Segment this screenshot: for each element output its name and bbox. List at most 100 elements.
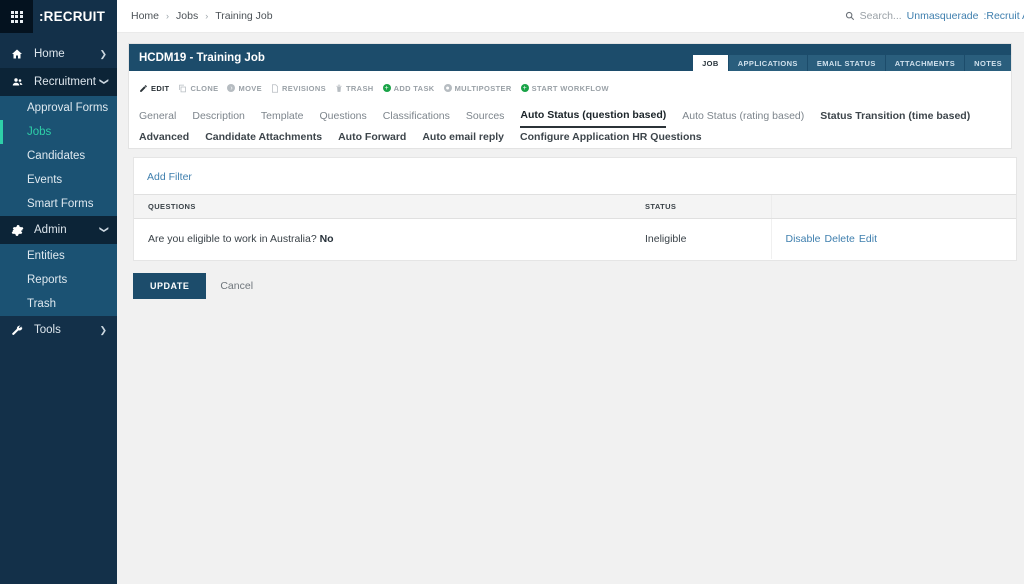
breadcrumb-separator: ›: [205, 11, 209, 21]
action-label: CLONE: [190, 83, 219, 93]
tab-classifications[interactable]: Classifications: [383, 107, 450, 127]
home-icon: [6, 48, 28, 60]
tab-sources[interactable]: Sources: [466, 107, 505, 127]
table-body: Are you eligible to work in Australia? N…: [134, 218, 1016, 260]
move-button[interactable]: › MOVE: [227, 84, 262, 93]
auto-status-panel: Add Filter QUESTIONS STATUS Are you elig…: [133, 157, 1017, 261]
sidebar: :RECRUIT Home ❯ Recruitment ❯ Approval F…: [0, 0, 117, 584]
table-row: Are you eligible to work in Australia? N…: [134, 218, 1016, 260]
add-filter-link[interactable]: Add Filter: [147, 171, 192, 183]
content: HCDM19 - Training Job JOB APPLICATIONS E…: [117, 33, 1024, 299]
add-task-button[interactable]: + ADD TASK: [382, 83, 435, 93]
disable-link[interactable]: Disable: [786, 233, 821, 245]
column-header-actions: [770, 194, 1016, 219]
tab-configure-application-hr-questions[interactable]: Configure Application HR Questions: [520, 128, 702, 148]
tab-job[interactable]: JOB: [693, 54, 728, 71]
gear-icon: [6, 224, 28, 237]
nav-group-admin: Admin ❯ Entities Reports Trash: [0, 216, 117, 316]
edit-button[interactable]: EDIT: [139, 84, 169, 93]
edit-link[interactable]: Edit: [859, 233, 877, 245]
action-label: REVISIONS: [281, 83, 326, 93]
sidebar-subitem-label: Trash: [27, 298, 56, 310]
sidebar-item-label: Home: [34, 48, 65, 60]
breadcrumb-current: Training Job: [215, 10, 273, 22]
cell-status: Ineligible: [631, 218, 771, 260]
tab-auto-status-question-based[interactable]: Auto Status (question based): [520, 106, 667, 128]
sidebar-item-tools[interactable]: Tools ❯: [0, 316, 117, 344]
sidebar-item-admin[interactable]: Admin ❯: [0, 216, 117, 244]
user-label[interactable]: :Recruit A: [983, 10, 1024, 22]
cancel-button[interactable]: Cancel: [220, 280, 253, 292]
sidebar-subitem-label: Smart Forms: [27, 198, 94, 210]
circle-glyph: ›: [227, 84, 236, 92]
topbar-right: Search... Unmasquerade :Recruit A: [845, 10, 1024, 22]
start-workflow-button[interactable]: + START WORKFLOW: [520, 84, 609, 93]
sidebar-subitem-label: Reports: [27, 274, 68, 286]
circle-arrow-icon: ›: [227, 84, 236, 92]
table-header: QUESTIONS STATUS: [134, 194, 1016, 219]
tab-status-transition-time-based[interactable]: Status Transition (time based): [820, 107, 970, 127]
people-icon: [6, 76, 28, 88]
search-input[interactable]: Search...: [860, 10, 902, 22]
action-toolbar: EDIT CLONE › MOVE REVISIONS TRASH + ADD …: [129, 78, 1011, 98]
sidebar-subitem-label: Events: [27, 174, 63, 186]
apps-grid-button[interactable]: [0, 0, 33, 33]
tab-questions[interactable]: Questions: [320, 107, 367, 127]
page-title: HCDM19 - Training Job: [139, 51, 265, 64]
nav-group-home: Home ❯: [0, 40, 117, 68]
breadcrumb-jobs[interactable]: Jobs: [176, 10, 198, 22]
tab-applications[interactable]: APPLICATIONS: [728, 54, 807, 71]
tab-template[interactable]: Template: [261, 107, 304, 127]
update-button[interactable]: UPDATE: [133, 273, 207, 299]
row-action-links: Disable Delete Edit: [786, 233, 877, 245]
sidebar-item-approval-forms[interactable]: Approval Forms: [0, 96, 117, 120]
unmasquerade-link[interactable]: Unmasquerade: [907, 10, 979, 22]
delete-link[interactable]: Delete: [825, 233, 855, 245]
wrench-icon: [6, 324, 28, 337]
sidebar-item-candidates[interactable]: Candidates: [0, 144, 117, 168]
sidebar-nav: Home ❯ Recruitment ❯ Approval Forms Jobs…: [0, 33, 117, 584]
tab-auto-forward[interactable]: Auto Forward: [338, 128, 406, 148]
clone-button[interactable]: CLONE: [178, 84, 218, 93]
sidebar-item-trash[interactable]: Trash: [0, 292, 117, 316]
trash-button[interactable]: TRASH: [335, 84, 374, 93]
action-label: EDIT: [151, 83, 170, 93]
trash-icon: [335, 84, 343, 93]
sidebar-item-events[interactable]: Events: [0, 168, 117, 192]
column-header-questions: QUESTIONS: [134, 194, 631, 219]
multiposter-button[interactable]: ● MULTIPOSTER: [443, 84, 512, 93]
search-icon[interactable]: [845, 11, 855, 21]
tab-advanced[interactable]: Advanced: [139, 128, 189, 148]
column-header-status: STATUS: [631, 194, 771, 219]
tab-auto-email-reply[interactable]: Auto email reply: [422, 128, 504, 148]
tab-description[interactable]: Description: [192, 107, 245, 127]
sidebar-item-recruitment[interactable]: Recruitment ❯: [0, 68, 117, 96]
circle-glyph: ●: [443, 84, 452, 92]
tab-notes[interactable]: NOTES: [965, 54, 1011, 71]
action-label: ADD TASK: [393, 83, 435, 93]
document-icon: [271, 83, 279, 93]
sidebar-item-label: Recruitment: [34, 76, 96, 88]
chevron-down-icon: ❯: [99, 77, 110, 85]
sidebar-item-home[interactable]: Home ❯: [0, 40, 117, 68]
status-badge: Ineligible: [645, 233, 687, 245]
main-area: Home › Jobs › Training Job Search... Unm…: [117, 0, 1024, 584]
tab-general[interactable]: General: [139, 107, 176, 127]
tab-candidate-attachments[interactable]: Candidate Attachments: [205, 128, 322, 148]
form-actions: UPDATE Cancel: [128, 261, 1017, 299]
sidebar-item-entities[interactable]: Entities: [0, 244, 117, 268]
question-text: Are you eligible to work in Australia?: [148, 233, 317, 245]
question-answer: No: [319, 233, 334, 245]
breadcrumb-home[interactable]: Home: [131, 10, 159, 22]
record-tabs: JOB APPLICATIONS EMAIL STATUS ATTACHMENT…: [692, 44, 1011, 71]
tab-email-status[interactable]: EMAIL STATUS: [807, 54, 885, 71]
tab-auto-status-rating-based[interactable]: Auto Status (rating based): [682, 107, 804, 127]
chevron-right-icon: ❯: [99, 324, 107, 335]
tab-attachments[interactable]: ATTACHMENTS: [885, 54, 965, 71]
circle-glyph: +: [520, 84, 529, 92]
sidebar-item-jobs[interactable]: Jobs: [0, 120, 117, 144]
copy-icon: [178, 84, 187, 93]
sidebar-item-reports[interactable]: Reports: [0, 268, 117, 292]
sidebar-item-smart-forms[interactable]: Smart Forms: [0, 192, 117, 216]
revisions-button[interactable]: REVISIONS: [271, 84, 326, 93]
